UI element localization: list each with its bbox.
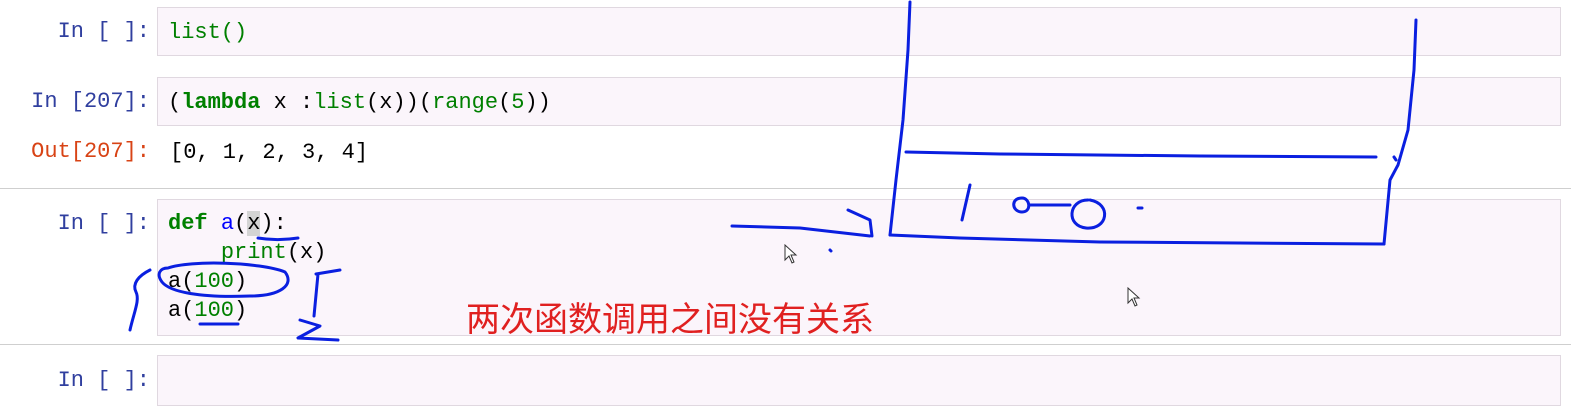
ink-dot [828, 248, 833, 253]
ink-box-bottom [888, 233, 1386, 246]
arrow-icon [730, 208, 874, 238]
ink-mark-2 [296, 268, 342, 342]
ink-loop [157, 261, 290, 298]
ink-digit-1 [960, 183, 972, 222]
mouse-cursor-icon [1127, 287, 1141, 307]
ink-digit-0 [1012, 196, 1031, 214]
ink-box-right [1382, 18, 1418, 246]
ink-left-brace [128, 268, 152, 332]
ink-box-top-line [904, 150, 1378, 159]
handwritten-drawing [128, 0, 1418, 342]
mouse-cursor-icon [784, 244, 798, 264]
ink-box-left [888, 0, 912, 237]
ink-underline-x [256, 236, 300, 241]
ink-digit-0 [1070, 198, 1107, 230]
ink-dot [1392, 155, 1398, 162]
